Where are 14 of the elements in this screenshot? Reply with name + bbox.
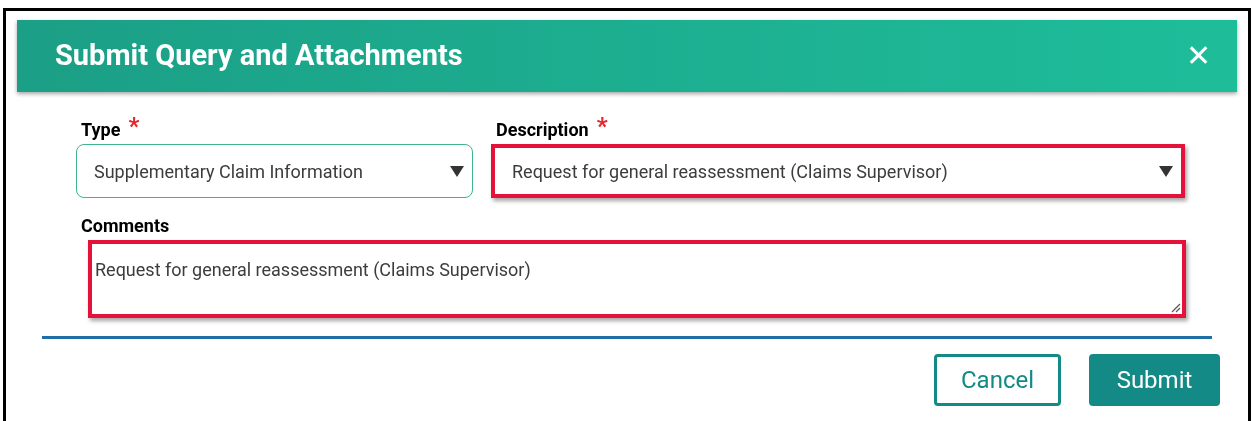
field-label: Type: [81, 118, 121, 142]
comments-field[interactable]: Request for general reassessment (Claims Supervisor): [88, 240, 1186, 318]
dropdown-field[interactable]: Request for general reassessment (Claims Supervisor): [491, 144, 1185, 198]
field-label: Comments: [81, 214, 170, 238]
field-label: Description: [496, 118, 589, 142]
resize-handle-icon[interactable]: [1171, 303, 1181, 313]
cancel-button[interactable]: Cancel: [934, 354, 1061, 406]
caret-icon: [1159, 165, 1173, 177]
dialog-title: Submit Query and Attachments: [55, 37, 463, 75]
required-icon: *: [128, 116, 140, 136]
dropdown-field[interactable]: Supplementary Claim Information: [76, 144, 473, 198]
submit-button[interactable]: Submit: [1089, 354, 1220, 406]
required-icon: *: [596, 116, 608, 136]
caret-icon: [450, 165, 464, 177]
